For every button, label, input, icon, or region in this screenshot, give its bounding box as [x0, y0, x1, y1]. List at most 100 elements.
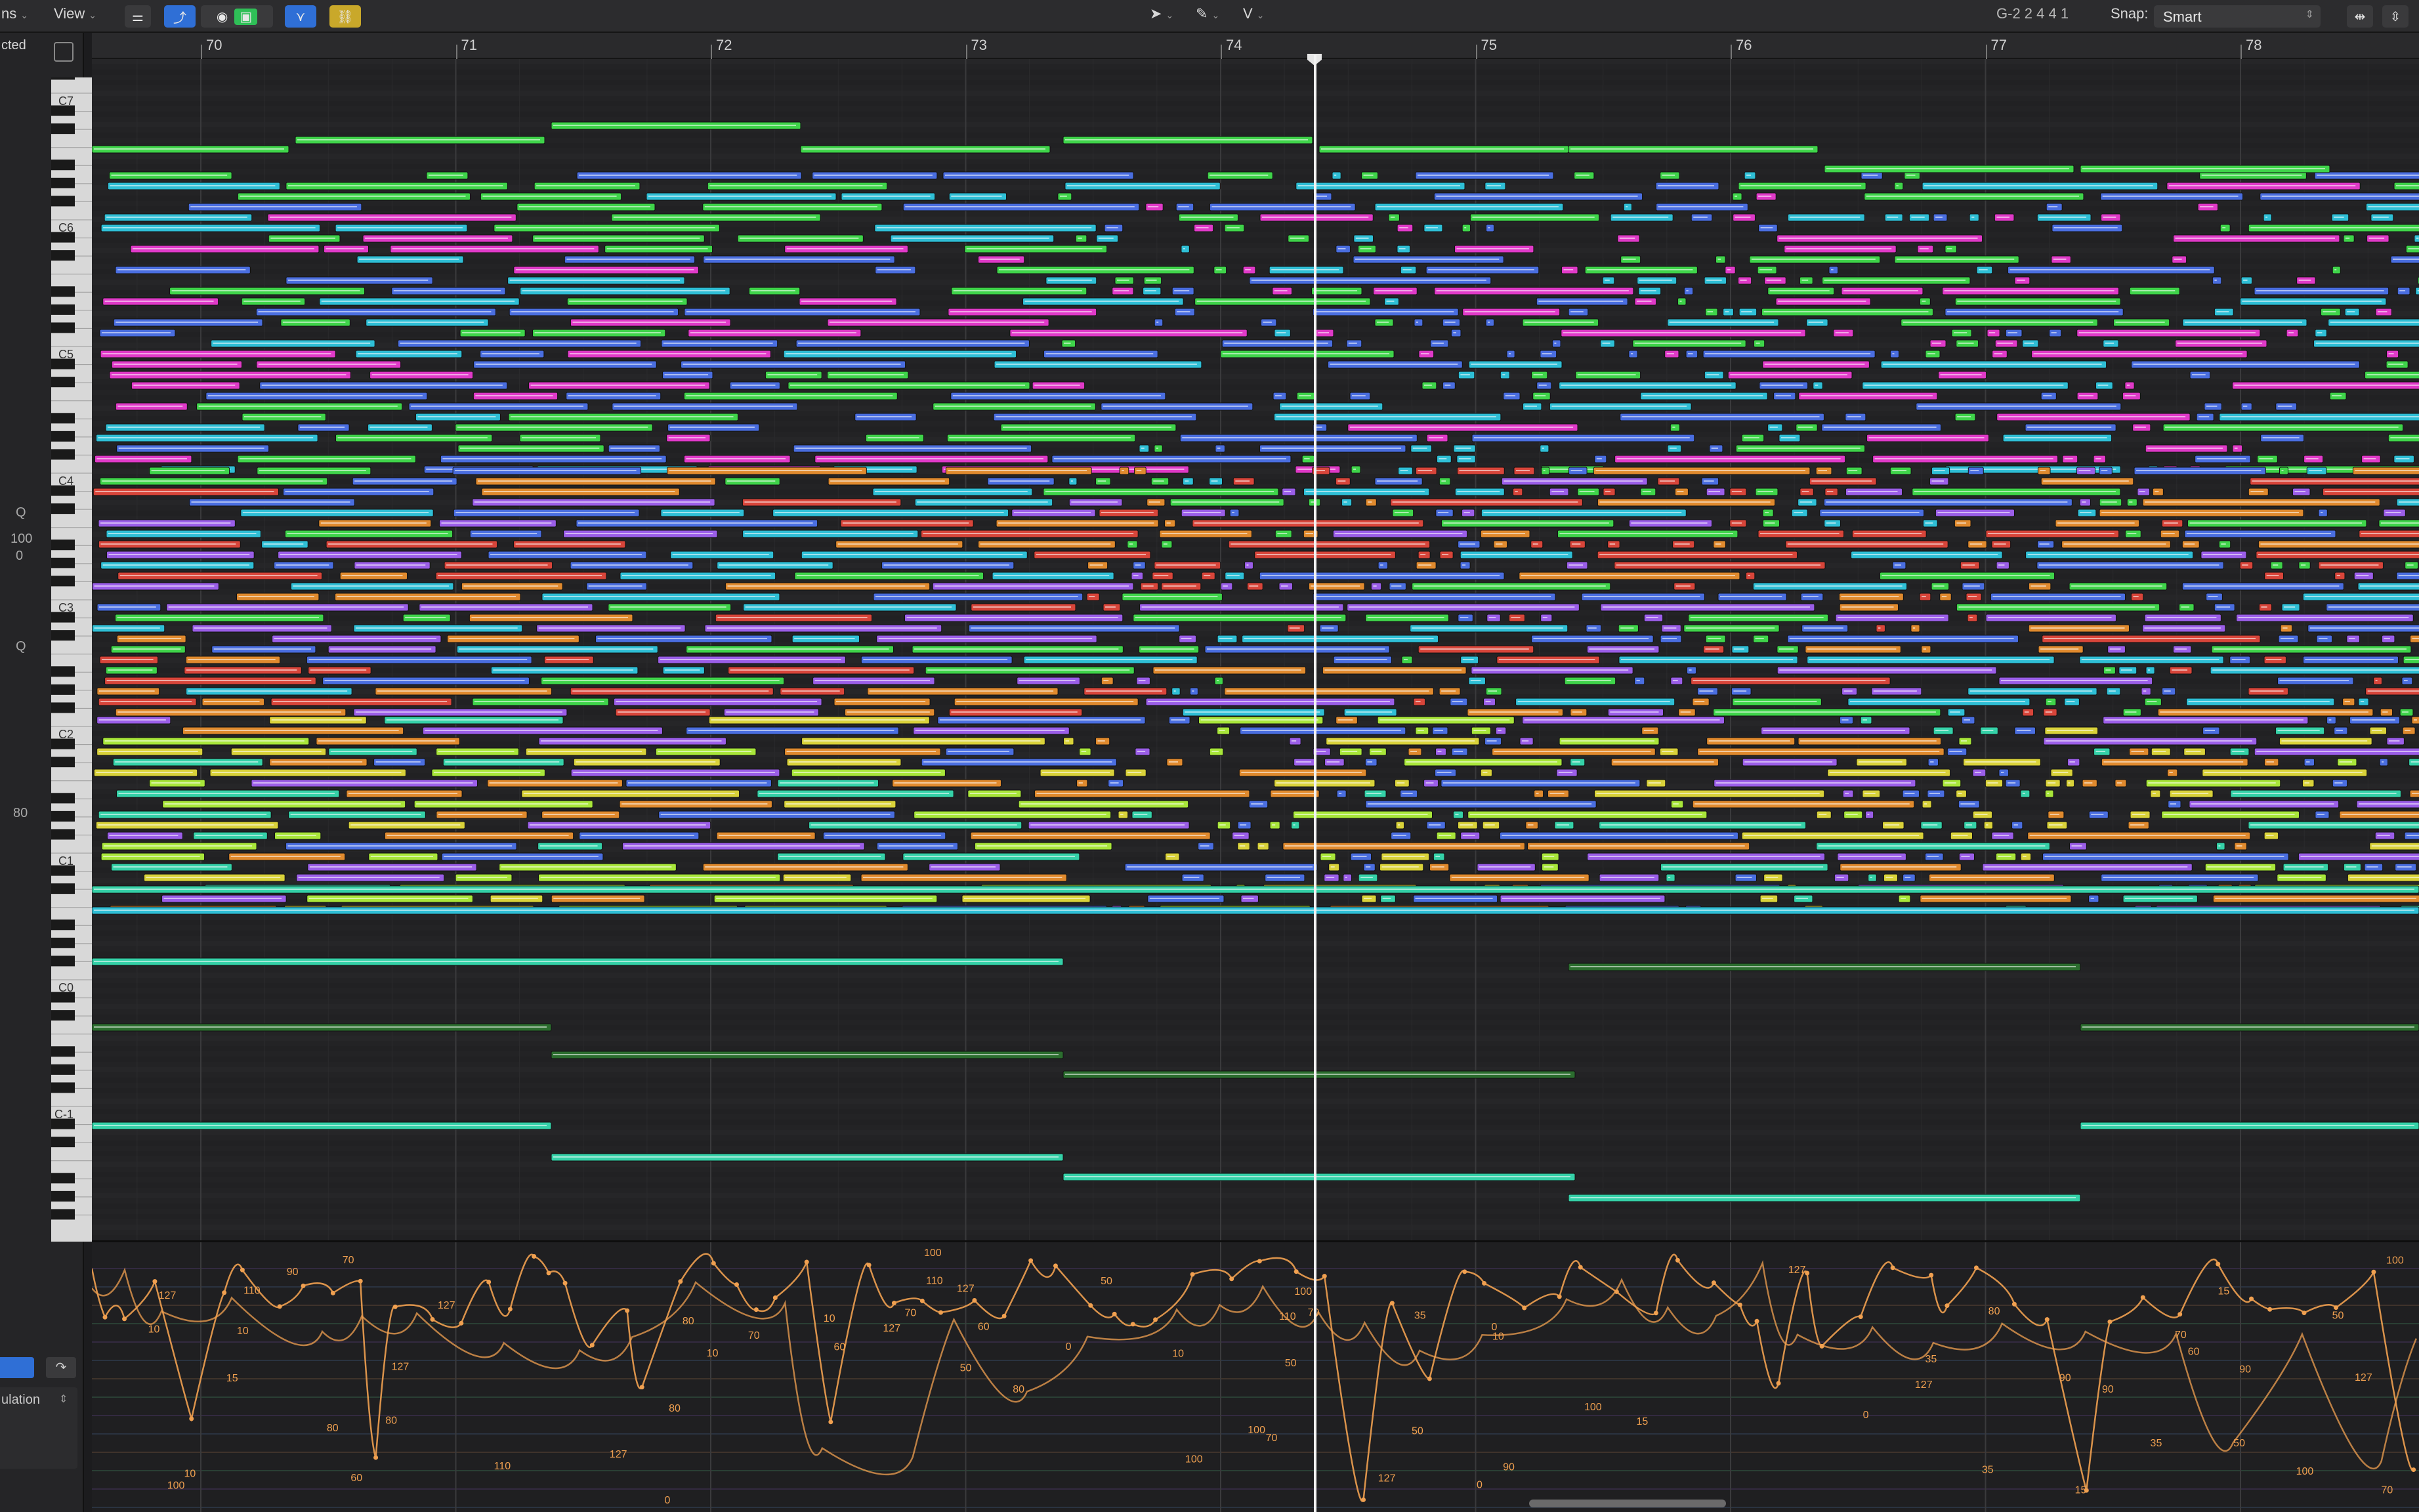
velocity-value-label: 100	[924, 1248, 942, 1259]
pointer-tool-menu[interactable]: ➤ ⌄	[1150, 5, 1173, 22]
velocity-lane[interactable]: 15 110 127 15 10 50 35 35 35 0 50 90 0 100 50 100 0 90 10 1…	[92, 1240, 2419, 1512]
playhead[interactable]	[1314, 55, 1316, 1512]
midi-note[interactable]	[1332, 171, 1341, 180]
midi-note[interactable]	[1628, 350, 1638, 358]
midi-note[interactable]	[1540, 444, 1549, 453]
piano-keyboard[interactable]: C7 C6 C5 C4 C3 C2 C1 C0 C-1	[51, 0, 92, 1242]
midi-note[interactable]	[1666, 873, 1675, 882]
calendar-icon[interactable]	[54, 42, 74, 62]
midi-note[interactable]	[1889, 350, 1899, 358]
midi-note[interactable]	[1229, 509, 1240, 517]
automation-button[interactable]: ⤴	[164, 5, 196, 28]
edit-menu[interactable]: ns ⌄	[1, 5, 28, 22]
midi-note[interactable]	[1343, 873, 1353, 882]
midi-note[interactable]	[1876, 624, 1885, 633]
link-button[interactable]: ⛓	[329, 5, 361, 28]
ruler-bar-76[interactable]: 76	[1736, 37, 1752, 54]
velocity-value-label: 90	[2059, 1373, 2071, 1384]
ruler-bar-73[interactable]: 73	[971, 37, 987, 54]
midi-note[interactable]	[1351, 465, 1361, 474]
midi-note[interactable]	[2145, 666, 2155, 675]
midi-note[interactable]	[1534, 789, 1544, 798]
midi-note[interactable]	[1868, 873, 1877, 882]
note-grid[interactable]	[92, 59, 2419, 1240]
ruler-bar-71[interactable]: 71	[461, 37, 477, 54]
midi-note[interactable]	[1291, 821, 1300, 830]
midi-note[interactable]	[2044, 789, 2054, 798]
scale-quantize-label[interactable]: Q	[16, 639, 26, 654]
midi-note[interactable]	[1623, 203, 1632, 211]
lane-parameter-select[interactable]: ulation ⇕	[0, 1387, 77, 1469]
midi-note[interactable]	[1244, 561, 1253, 570]
bar-ruler[interactable]: 70 71 72 73 74 75 76 77 78	[92, 33, 2419, 59]
midi-note[interactable]	[1485, 224, 1495, 232]
midi-note[interactable]	[1189, 687, 1198, 696]
midi-note[interactable]	[2373, 677, 2382, 685]
midi-note[interactable]	[1893, 182, 1904, 190]
flex-button[interactable]: ⋎	[285, 5, 316, 28]
quantize-label[interactable]: Q	[16, 505, 26, 520]
ruler-bar-75[interactable]: 75	[1481, 37, 1497, 54]
fit-vertical-button[interactable]: ⇳	[2382, 5, 2408, 28]
midi-note[interactable]	[2212, 276, 2222, 285]
lane-select-button[interactable]	[0, 1357, 34, 1378]
velocity-lane-svg[interactable]: 1511012715105035353505090010050100090101…	[92, 1242, 2419, 1512]
view-menu[interactable]: View ⌄	[54, 5, 96, 22]
velocity-value-label: 70	[343, 1255, 354, 1266]
midi-note[interactable]	[1828, 266, 1839, 274]
strength-value[interactable]: 100	[11, 532, 32, 547]
note-grid-svg[interactable]	[92, 59, 2419, 1240]
midi-note[interactable]	[2065, 779, 2075, 788]
midi-note[interactable]	[1983, 821, 1994, 830]
midi-note[interactable]	[1683, 287, 1694, 295]
editor-toolbar: ns ⌄ View ⌄ ⚌ ⤴ ◉ ▣ ⋎ ⛓ ➤ ⌄ ✎ ⌄ V ⌄ G-2 2 4 4…	[0, 0, 2419, 33]
midi-note[interactable]	[1171, 687, 1181, 696]
velocity-value-label: 127	[438, 1300, 455, 1311]
midi-note[interactable]	[2332, 266, 2341, 274]
pencil-tool-menu[interactable]: ✎ ⌄	[1196, 5, 1219, 22]
ruler-bar-70[interactable]: 70	[206, 37, 222, 54]
midi-note[interactable]	[1677, 297, 1687, 306]
keyboard-svg[interactable]: C7 C6 C5 C4 C3 C2 C1 C0 C-1	[51, 0, 92, 1242]
fit-horizontal-button[interactable]: ⇹	[2347, 5, 2373, 28]
midi-note[interactable]	[2379, 758, 2388, 766]
midi-note[interactable]	[2020, 789, 2030, 798]
ruler-bar-74[interactable]: 74	[1226, 37, 1242, 54]
midi-note[interactable]	[2318, 509, 2328, 517]
curve-mode-button[interactable]: ↷	[46, 1357, 76, 1378]
midi-note[interactable]	[1506, 350, 1515, 358]
midi-note[interactable]	[2279, 467, 2288, 475]
midi-note[interactable]	[1154, 444, 1163, 453]
midi-note[interactable]	[1119, 467, 1129, 475]
midi-note[interactable]	[1910, 624, 1920, 633]
horizontal-scrollbar[interactable]	[1529, 1500, 1726, 1507]
ruler-tick	[201, 45, 202, 59]
velocity-value[interactable]: 80	[13, 806, 28, 821]
midi-note[interactable]	[1395, 821, 1405, 830]
midi-note[interactable]	[2216, 842, 2225, 850]
midi-note[interactable]	[1414, 318, 1423, 327]
ruler-bar-72[interactable]: 72	[716, 37, 732, 54]
midi-note[interactable]	[1485, 318, 1495, 327]
ruler-bar-77[interactable]: 77	[1991, 37, 2007, 54]
ruler-tick	[965, 45, 967, 59]
swing-value[interactable]: 0	[16, 549, 23, 564]
ruler-bar-78[interactable]: 78	[2246, 37, 2261, 54]
velocity-tool-menu[interactable]: V ⌄	[1243, 5, 1264, 22]
midi-note[interactable]	[1154, 318, 1164, 327]
midi-note[interactable]	[1181, 245, 1190, 253]
midi-note[interactable]	[1745, 572, 1756, 580]
midi-note[interactable]	[1864, 810, 1874, 819]
midi-note[interactable]	[1541, 467, 1550, 475]
velocity-value-label: 15	[2218, 1286, 2230, 1297]
midi-note[interactable]	[1214, 677, 1223, 685]
midi-note[interactable]	[1462, 224, 1471, 232]
midi-transform-button[interactable]: ⚌	[125, 5, 151, 28]
midi-note[interactable]	[1068, 477, 1078, 486]
midi-note[interactable]	[1551, 339, 1561, 348]
midi-in-out-button[interactable]: ◉ ▣	[201, 5, 273, 28]
snap-select[interactable]: Smart ⇕	[2154, 5, 2321, 28]
midi-note[interactable]	[2326, 716, 2336, 724]
velocity-value-label: 100	[167, 1480, 185, 1491]
midi-note[interactable]	[2263, 213, 2272, 222]
